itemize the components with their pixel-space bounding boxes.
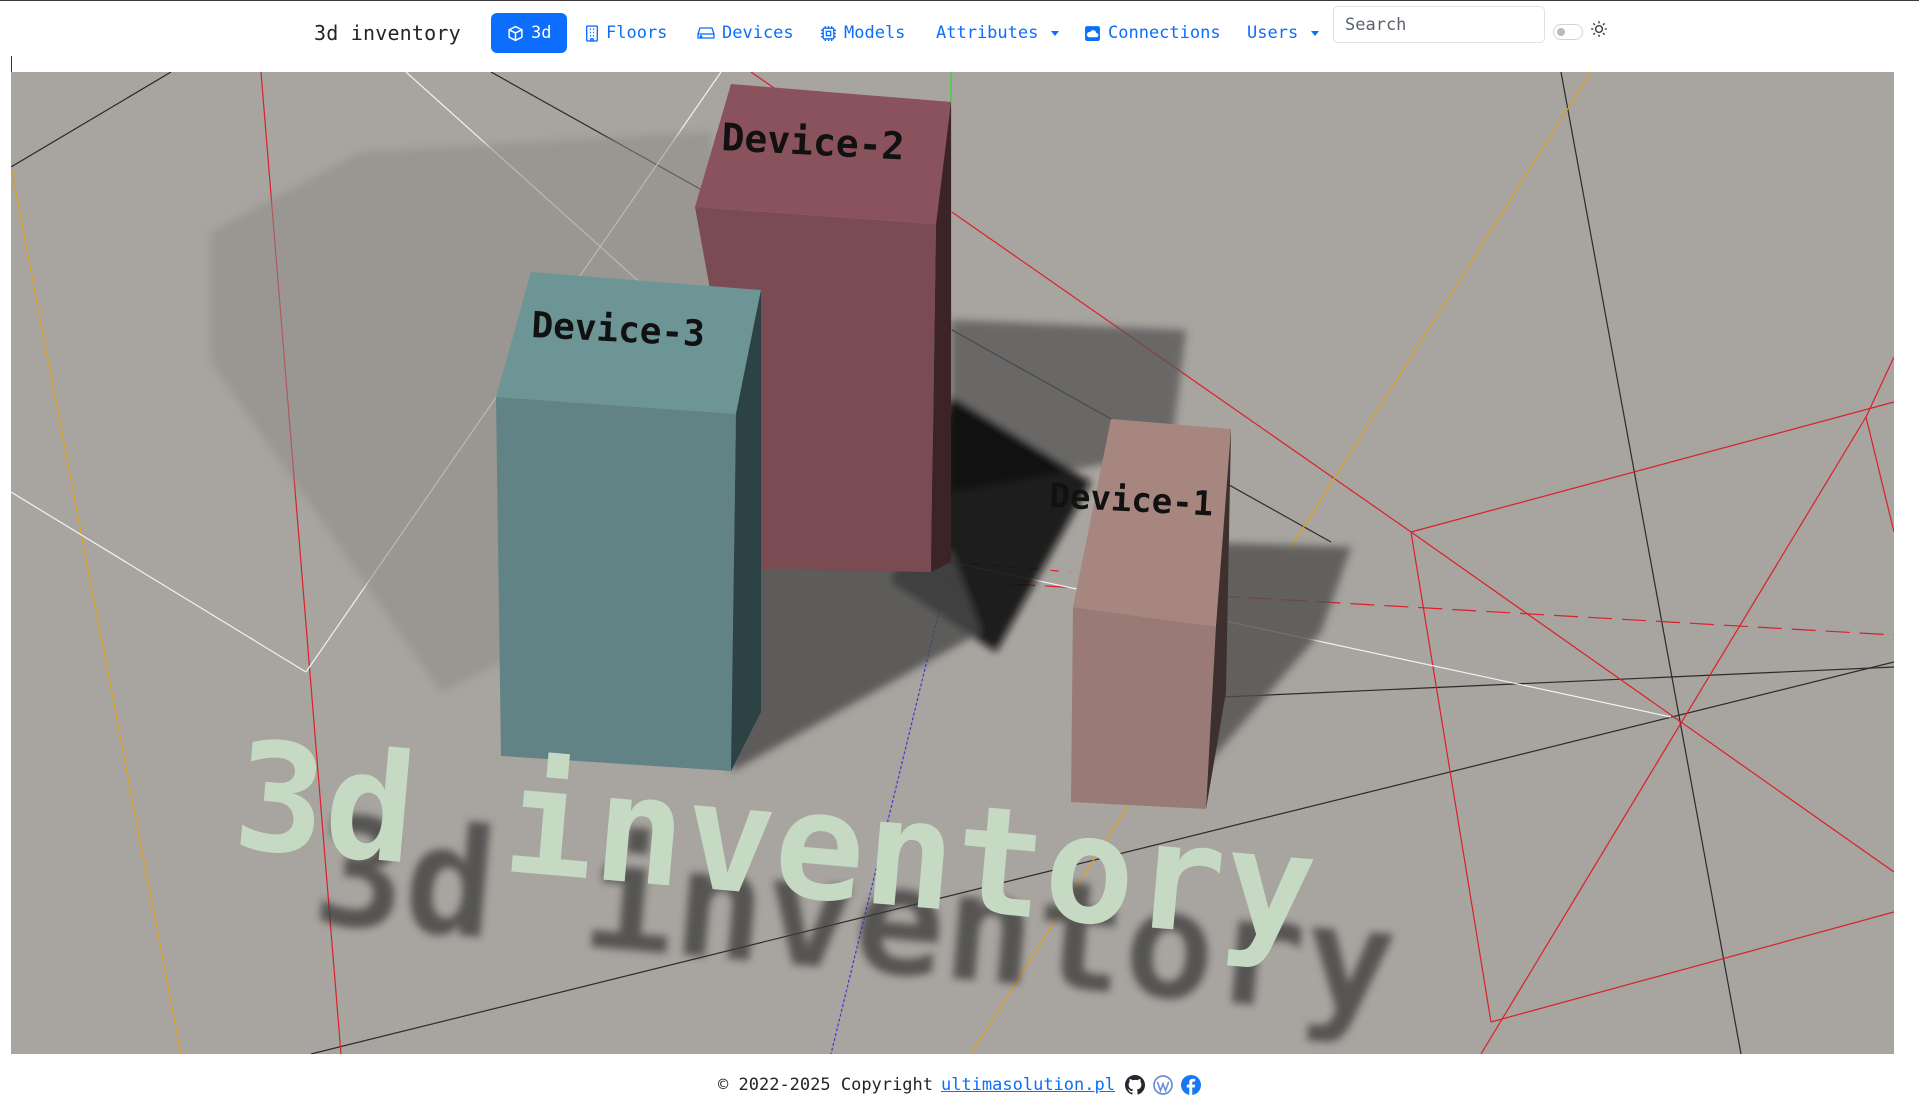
nav-devices[interactable]: Devices <box>697 13 794 53</box>
nav-devices-label: Devices <box>722 23 794 43</box>
canvas-edge <box>11 56 12 72</box>
nav-connections[interactable]: Connections <box>1084 13 1221 53</box>
device-3-box[interactable]: Device-3 <box>496 272 761 771</box>
copyright-text: © 2022-2025 Copyright <box>718 1075 933 1095</box>
nav-models[interactable]: Models <box>820 13 905 53</box>
theme-toggle-switch[interactable] <box>1553 24 1583 40</box>
building-icon <box>585 24 599 42</box>
cpu-icon <box>821 25 836 41</box>
nav-floors-label: Floors <box>606 23 668 43</box>
wordpress-icon[interactable] <box>1153 1075 1173 1095</box>
nav-users-dropdown[interactable]: Users <box>1247 13 1320 53</box>
chevron-down-icon <box>1051 30 1060 36</box>
nav-connections-label: Connections <box>1108 23 1221 43</box>
cloud-icon <box>1085 25 1100 41</box>
nav-users-label: Users <box>1247 23 1299 43</box>
search-input[interactable] <box>1333 6 1545 43</box>
github-icon[interactable] <box>1124 1075 1145 1095</box>
nav-models-label: Models <box>844 23 906 43</box>
facebook-icon[interactable] <box>1180 1075 1201 1095</box>
app-brand[interactable]: 3d inventory <box>314 21 461 45</box>
nav-floors[interactable]: Floors <box>585 13 667 53</box>
3d-viewport-canvas[interactable]: Device-2 Device-3 Device-1 3d inventory … <box>11 72 1894 1054</box>
device-1-label: Device-1 <box>1049 476 1215 525</box>
device-1-box[interactable]: Device-1 <box>1049 419 1231 809</box>
chevron-down-icon <box>1311 30 1320 36</box>
company-link[interactable]: ultimasolution.pl <box>941 1075 1115 1095</box>
nav-attributes-label: Attributes <box>936 23 1039 43</box>
navbar: 3d inventory 3d Floors Devices Models At… <box>0 1 1919 62</box>
nav-3d-label: 3d <box>531 23 552 43</box>
hdd-icon <box>697 27 715 39</box>
cube-icon <box>508 25 523 41</box>
sun-icon[interactable] <box>1590 20 1608 38</box>
nav-attributes-dropdown[interactable]: Attributes <box>936 13 1060 53</box>
toggle-knob <box>1557 28 1565 36</box>
footer: © 2022-2025 Copyright ultimasolution.pl <box>0 1070 1919 1100</box>
nav-3d[interactable]: 3d <box>491 13 568 53</box>
